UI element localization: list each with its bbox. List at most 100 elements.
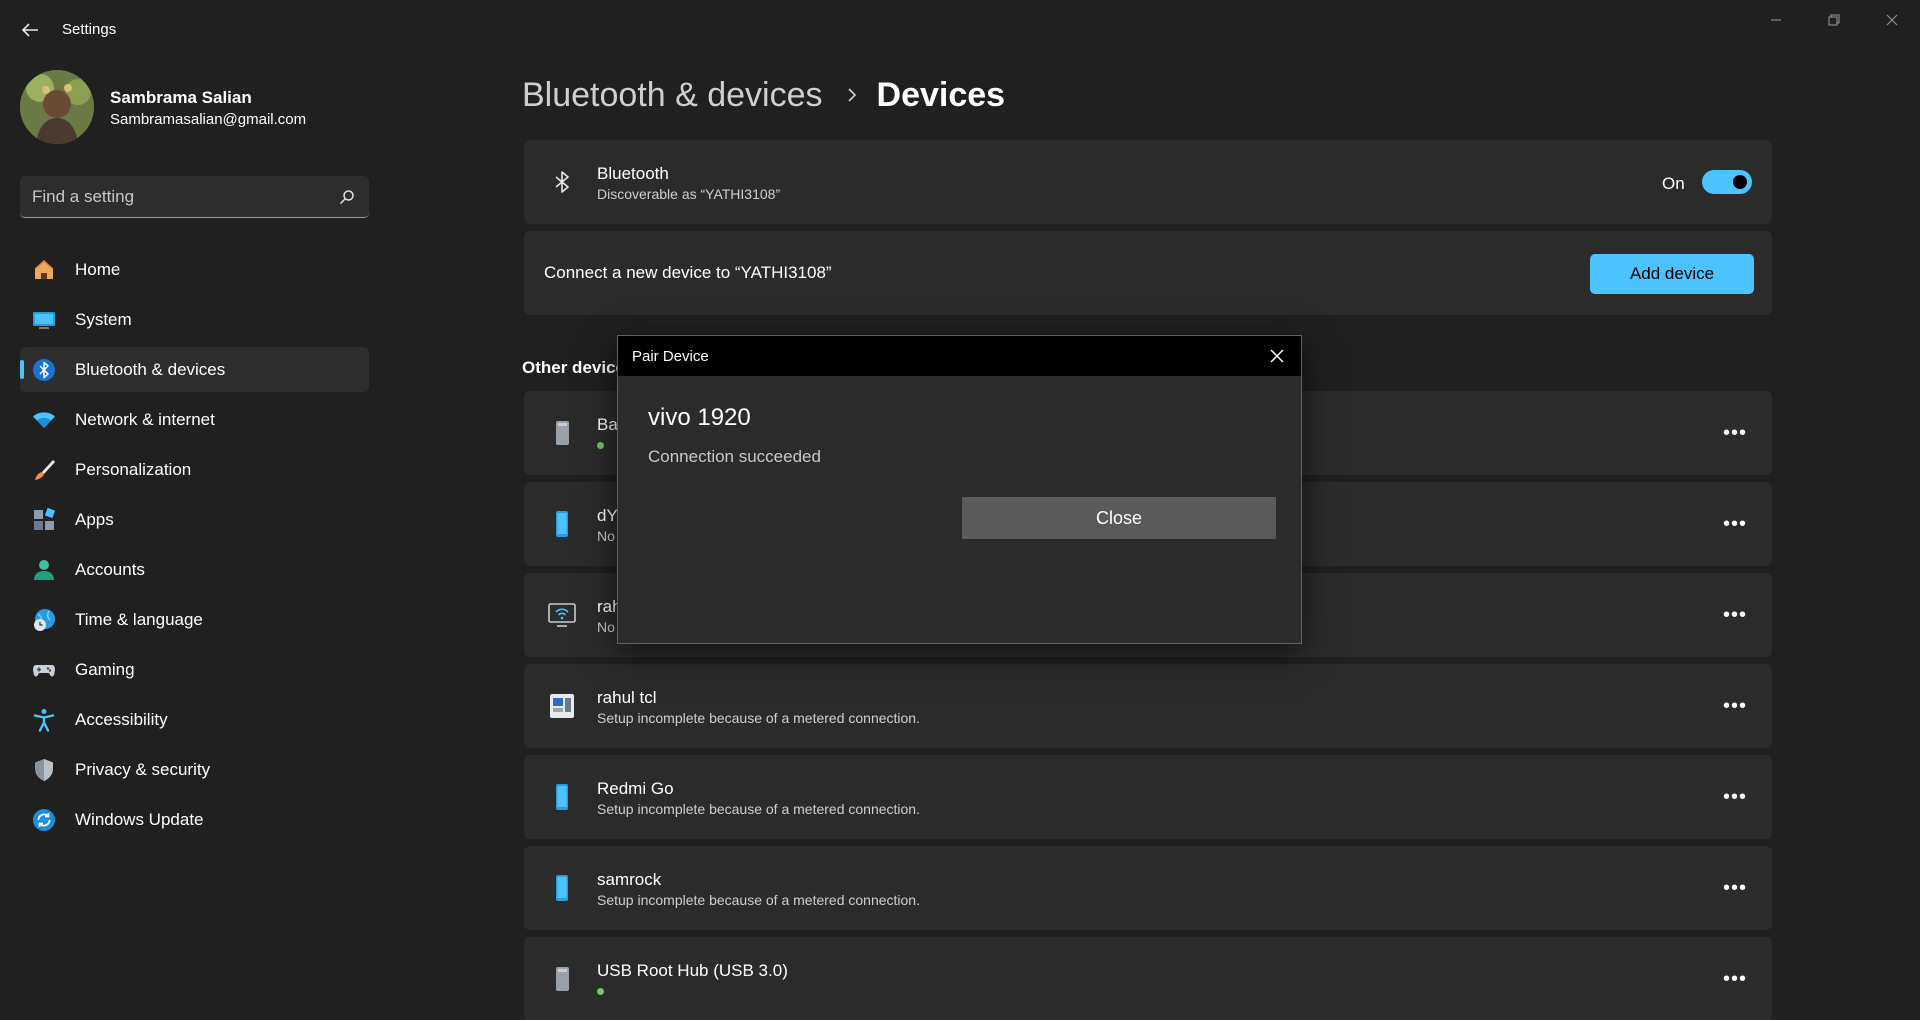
sidebar-item-windows-update[interactable]: Windows Update	[20, 797, 369, 842]
search-input[interactable]	[32, 184, 332, 210]
sidebar-item-apps[interactable]: Apps	[20, 497, 369, 542]
device-status: No	[597, 619, 615, 635]
device-item[interactable]: Redmi Go Setup incomplete because of a m…	[524, 755, 1772, 839]
sidebar-item-home[interactable]: Home	[20, 247, 369, 292]
sidebar-item-label: Home	[75, 260, 121, 279]
brush-icon	[35, 460, 55, 480]
phone-icon	[556, 511, 568, 537]
bluetooth-toggle[interactable]	[1702, 170, 1752, 194]
paired-device-name: vivo 1920	[648, 404, 751, 431]
breadcrumb-parent[interactable]: Bluetooth & devices	[522, 76, 823, 115]
title-bar: Settings	[0, 0, 1920, 60]
bluetooth-title: Bluetooth	[597, 164, 669, 183]
generic-device-icon	[556, 421, 569, 445]
pair-device-dialog: Pair Device vivo 1920 Connection succeed…	[617, 335, 1302, 644]
sidebar-item-label: Accounts	[75, 560, 145, 579]
device-name: Redmi Go	[597, 779, 674, 798]
apps-icon	[34, 508, 56, 530]
sidebar-item-bluetooth-devices[interactable]: Bluetooth & devices	[20, 347, 369, 392]
gamepad-icon	[33, 665, 55, 677]
bluetooth-icon	[555, 171, 569, 193]
sidebar-item-accounts[interactable]: Accounts	[20, 547, 369, 592]
arrow-left-icon	[21, 23, 38, 37]
media-device-icon	[550, 694, 574, 718]
user-email: Sambramasalian@gmail.com	[110, 111, 307, 128]
sidebar-item-label: System	[75, 310, 132, 329]
bluetooth-state-label: On	[1662, 174, 1685, 193]
add-device-button[interactable]: Add device	[1590, 254, 1754, 294]
accessibility-icon	[33, 709, 55, 732]
sidebar-item-label: Time & language	[75, 610, 203, 629]
sidebar-item-label: Bluetooth & devices	[75, 360, 226, 379]
generic-device-icon	[556, 967, 569, 991]
update-icon	[33, 809, 55, 831]
globe-clock-icon	[34, 609, 55, 631]
more-options-button[interactable]: •••	[1720, 512, 1750, 536]
more-options-button[interactable]: •••	[1720, 421, 1750, 445]
sidebar-item-personalization[interactable]: Personalization	[20, 447, 369, 492]
bluetooth-icon	[33, 359, 55, 381]
more-options-button[interactable]: •••	[1720, 603, 1750, 627]
breadcrumb: Bluetooth & devices Devices	[522, 72, 1005, 118]
sidebar-item-label: Accessibility	[75, 710, 168, 729]
app-title: Settings	[62, 21, 117, 38]
close-icon[interactable]	[1267, 346, 1287, 366]
device-name: USB Root Hub (USB 3.0)	[597, 961, 788, 980]
dialog-close-button[interactable]: Close	[962, 497, 1276, 539]
device-name: dY	[597, 506, 618, 525]
device-item[interactable]: USB Root Hub (USB 3.0) •••	[524, 937, 1772, 1020]
bluetooth-discoverable-text: Discoverable as “YATHI3108”	[597, 186, 781, 202]
more-options-button[interactable]: •••	[1720, 967, 1750, 991]
connected-indicator	[597, 988, 604, 995]
sidebar-item-time-language[interactable]: Time & language	[20, 597, 369, 642]
user-profile[interactable]: Sambrama Salian Sambramasalian@gmail.com	[20, 70, 370, 146]
toggle-knob	[1733, 175, 1747, 189]
sidebar-item-accessibility[interactable]: Accessibility	[20, 697, 369, 742]
sidebar-item-system[interactable]: System	[20, 297, 369, 342]
connect-device-text: Connect a new device to “YATHI3108”	[544, 263, 832, 282]
device-item[interactable]: rahul tcl Setup incomplete because of a …	[524, 664, 1772, 748]
home-icon	[34, 259, 54, 279]
sidebar-nav: Home System Bluetooth & devices Network …	[20, 247, 369, 847]
sidebar-item-label: Personalization	[75, 460, 192, 479]
minimize-icon	[1771, 19, 1781, 21]
restore-button[interactable]	[1814, 8, 1854, 32]
phone-icon	[556, 875, 568, 901]
connect-device-card: Connect a new device to “YATHI3108” Add …	[524, 231, 1772, 315]
device-item[interactable]: samrock Setup incomplete because of a me…	[524, 846, 1772, 930]
search-box	[20, 176, 369, 218]
sidebar-item-label: Privacy & security	[75, 760, 211, 779]
dialog-title: Pair Device	[632, 348, 709, 365]
sidebar-item-label: Gaming	[75, 660, 135, 679]
sidebar-item-label: Windows Update	[75, 810, 204, 829]
device-name: rahul tcl	[597, 688, 657, 707]
sidebar-item-label: Apps	[75, 510, 114, 529]
sidebar-item-gaming[interactable]: Gaming	[20, 647, 369, 692]
device-name: samrock	[597, 870, 662, 889]
close-window-button[interactable]	[1872, 8, 1912, 32]
device-name: Ba	[597, 415, 618, 434]
connected-indicator	[597, 442, 604, 449]
sidebar-item-label: Network & internet	[75, 410, 215, 429]
wifi-icon	[33, 412, 55, 428]
phone-icon	[556, 784, 568, 810]
more-options-button[interactable]: •••	[1720, 876, 1750, 900]
device-status: Setup incomplete because of a metered co…	[597, 710, 920, 726]
sidebar-item-network[interactable]: Network & internet	[20, 397, 369, 442]
person-icon	[34, 560, 54, 580]
back-button[interactable]	[18, 18, 42, 42]
more-options-button[interactable]: •••	[1720, 785, 1750, 809]
avatar	[20, 70, 94, 144]
minimize-button[interactable]	[1756, 8, 1796, 32]
shield-icon	[35, 759, 53, 781]
pairing-status-message: Connection succeeded	[648, 447, 821, 466]
chevron-right-icon	[847, 88, 856, 102]
close-icon	[1886, 14, 1898, 26]
more-options-button[interactable]: •••	[1720, 694, 1750, 718]
device-status: No	[597, 528, 615, 544]
wireless-display-icon	[548, 603, 576, 627]
search-icon[interactable]	[339, 189, 355, 205]
device-status: Setup incomplete because of a metered co…	[597, 892, 920, 908]
sidebar-item-privacy-security[interactable]: Privacy & security	[20, 747, 369, 792]
user-name: Sambrama Salian	[110, 88, 252, 107]
